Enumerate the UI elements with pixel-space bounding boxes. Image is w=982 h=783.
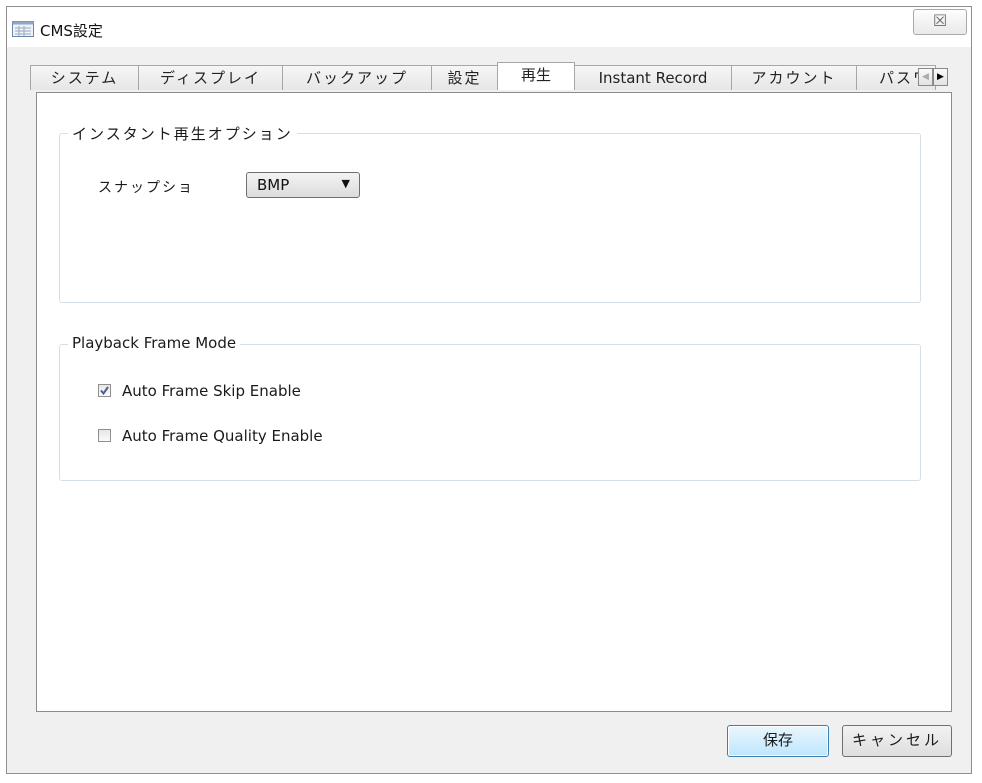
tab-system[interactable]: システム — [30, 65, 139, 90]
playback-frame-mode-group: Playback Frame Mode Auto Frame Skip Enab… — [59, 334, 921, 481]
title-bar[interactable]: CMS設定 ☒ — [7, 7, 971, 47]
close-button[interactable]: ☒ — [913, 9, 967, 35]
tab-playback[interactable]: 再生 — [497, 62, 575, 90]
arrow-left-icon: ◀ — [922, 72, 929, 82]
snapshot-format-select[interactable]: BMP ▼ — [246, 172, 360, 198]
tab-display[interactable]: ディスプレイ — [138, 65, 283, 90]
tab-scroll-left-button[interactable]: ◀ — [918, 68, 933, 86]
app-icon — [12, 21, 34, 37]
snapshot-format-label: スナップショ — [98, 180, 194, 196]
settings-dialog: CMS設定 ☒ システム ディスプレイ バックアップ 設定 再生 Instant… — [6, 6, 972, 774]
tab-scroll-right-button[interactable]: ▶ — [933, 68, 948, 86]
arrow-right-icon: ▶ — [937, 72, 944, 82]
auto-frame-skip-label: Auto Frame Skip Enable — [122, 382, 301, 400]
auto-frame-quality-checkbox[interactable] — [98, 429, 111, 442]
window-title: CMS設定 — [40, 22, 103, 40]
checkmark-icon — [100, 386, 109, 396]
close-icon: ☒ — [932, 11, 948, 30]
save-button[interactable]: 保存 — [727, 725, 829, 757]
snapshot-format-value: BMP — [257, 176, 290, 194]
tab-account[interactable]: アカウント — [731, 65, 857, 90]
tab-instant-record[interactable]: Instant Record — [574, 65, 732, 90]
cancel-button[interactable]: キャンセル — [842, 725, 952, 757]
instant-playback-group-title: インスタント再生オプション — [68, 123, 297, 144]
tab-strip: システム ディスプレイ バックアップ 設定 再生 Instant Record … — [30, 62, 950, 90]
auto-frame-quality-label: Auto Frame Quality Enable — [122, 427, 323, 445]
instant-playback-group: インスタント再生オプション スナップショ BMP ▼ — [59, 123, 921, 303]
playback-frame-mode-group-title: Playback Frame Mode — [68, 334, 241, 352]
dropdown-arrow-icon: ▼ — [341, 177, 350, 190]
auto-frame-skip-checkbox[interactable] — [98, 384, 111, 397]
tab-panel-playback: インスタント再生オプション スナップショ BMP ▼ Playback Fram… — [36, 92, 952, 712]
tab-backup[interactable]: バックアップ — [282, 65, 432, 90]
tab-settings[interactable]: 設定 — [431, 65, 498, 90]
